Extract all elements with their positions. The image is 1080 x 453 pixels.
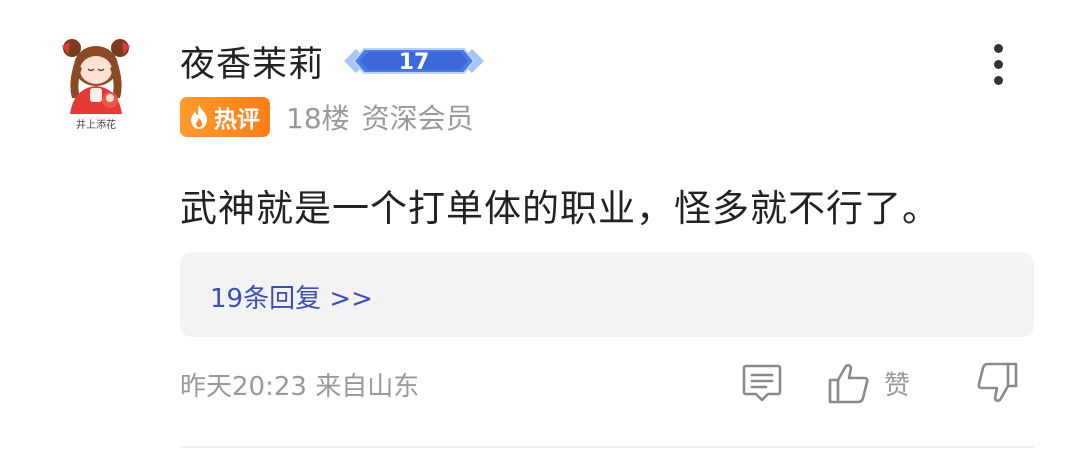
comment-body: 武神就是一个打单体的职业，怪多就不行了。	[180, 187, 940, 230]
thumbs-down-icon[interactable]	[974, 360, 1020, 406]
replies-box[interactable]: 19条回复 >>	[180, 252, 1034, 337]
divider	[180, 446, 1034, 448]
member-type: 资深会员	[361, 102, 474, 135]
view-replies-link[interactable]: 19条回复 >>	[210, 278, 373, 315]
hot-comment-badge: 热评	[180, 97, 270, 137]
floor-number: 18楼	[286, 102, 350, 135]
level-badge: 17	[344, 48, 485, 75]
timestamp-location: 昨天20:23 来自山东	[180, 372, 420, 402]
username[interactable]: 夜香茉莉	[180, 36, 324, 87]
hot-badge-label: 热评	[214, 107, 260, 133]
avatar-illustration	[62, 39, 130, 114]
flame-icon	[191, 105, 207, 129]
user-avatar[interactable]: 井上添花	[52, 34, 140, 131]
comment-header: 夜香茉莉 17	[180, 36, 490, 86]
level-badge-text: 17	[399, 50, 430, 75]
more-vertical-icon	[994, 44, 1003, 53]
more-options-button[interactable]	[980, 42, 1016, 88]
avatar-caption: 井上添花	[76, 120, 116, 131]
thumbs-up-icon[interactable]	[826, 360, 872, 406]
like-label[interactable]: 赞	[884, 365, 910, 402]
comment-meta: 热评 18楼 资深会员	[180, 96, 474, 138]
comment-icon[interactable]	[740, 360, 784, 406]
